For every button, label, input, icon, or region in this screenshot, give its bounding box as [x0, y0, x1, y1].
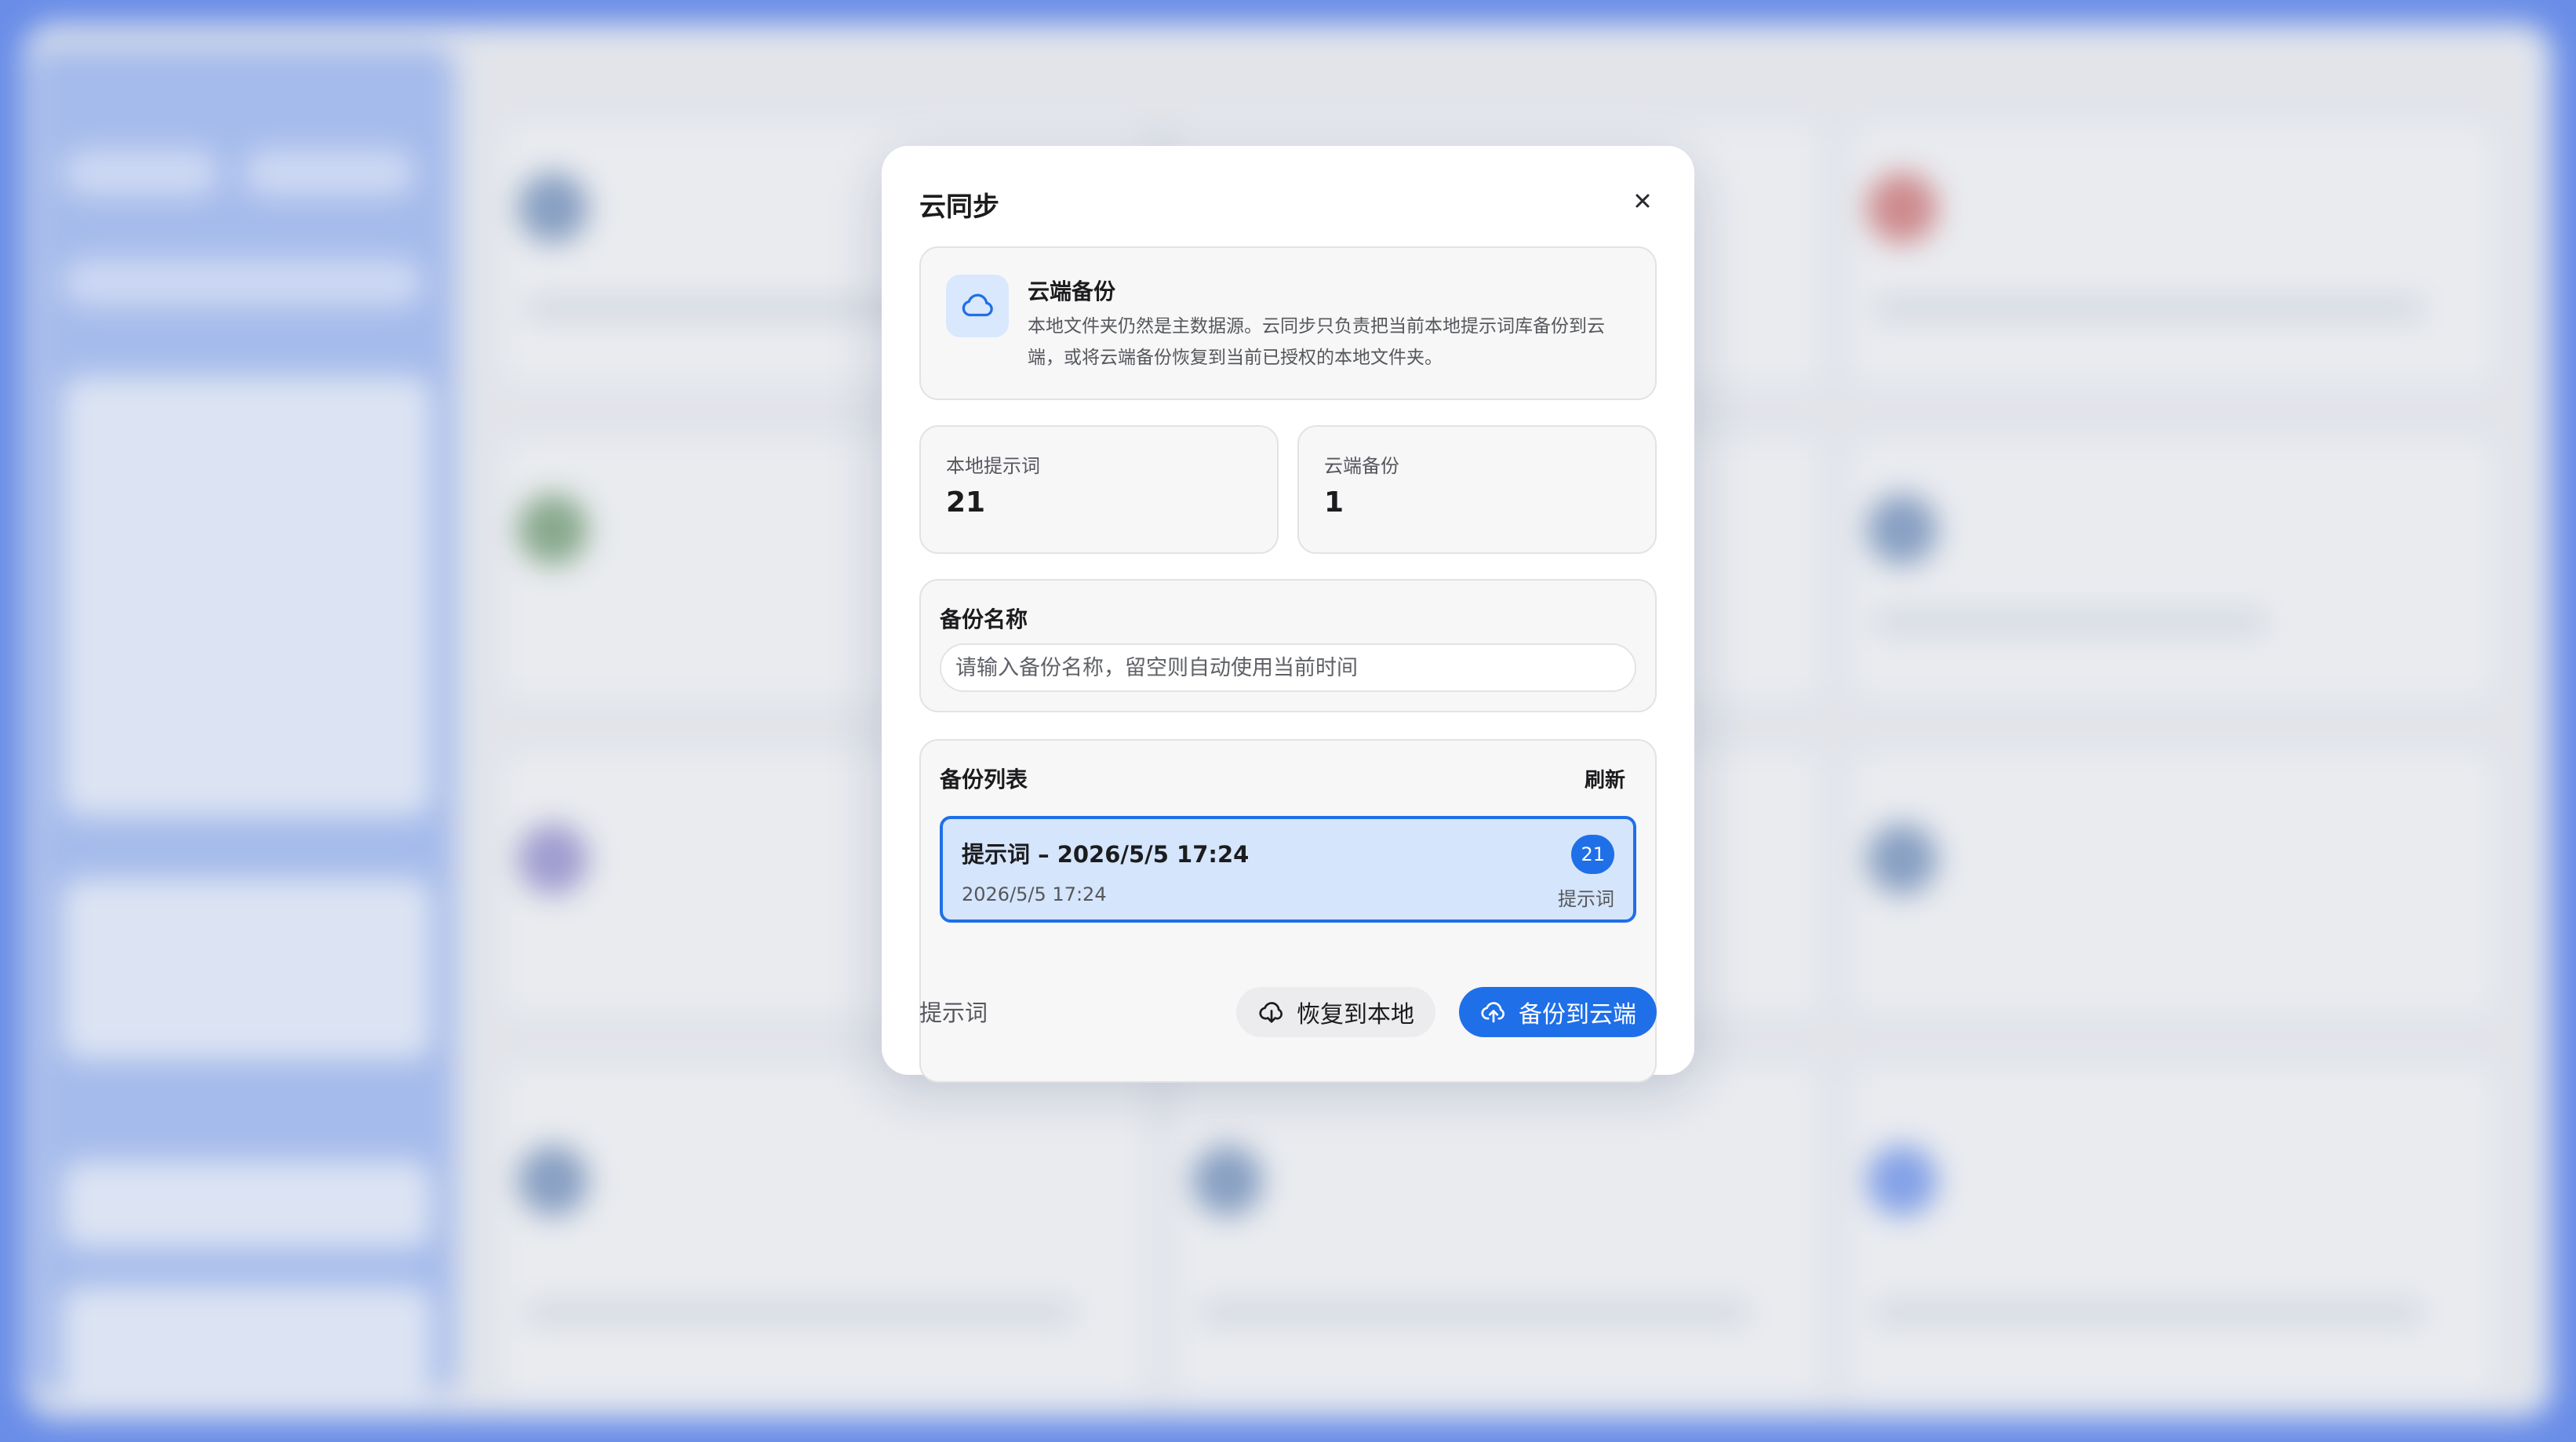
cloud-upload-icon: [1481, 1002, 1504, 1023]
local-prompts-count: 21: [946, 486, 986, 519]
dialog-title: 云同步: [919, 191, 999, 223]
backup-item-type: 提示词: [1558, 888, 1614, 910]
local-prompts-label: 本地提示词: [946, 455, 1040, 477]
backup-to-cloud-button[interactable]: 备份到云端: [1459, 987, 1657, 1037]
backup-name-label: 备份名称: [940, 606, 1028, 632]
cloud-backup-info-panel: 云端备份 本地文件夹仍然是主数据源。云同步只负责把当前本地提示词库备份到云端，或…: [919, 246, 1657, 400]
cloud-backups-label: 云端备份: [1324, 455, 1399, 477]
info-title: 云端备份: [1028, 279, 1116, 304]
backup-to-cloud-label: 备份到云端: [1519, 1001, 1636, 1029]
backup-list-label: 备份列表: [940, 767, 1028, 792]
info-description: 本地文件夹仍然是主数据源。云同步只负责把当前本地提示词库备份到云端，或将云端备份…: [1028, 316, 1605, 368]
restore-to-local-button[interactable]: 恢复到本地: [1236, 987, 1435, 1037]
cloud-download-icon: [1259, 1002, 1283, 1023]
backup-item-title: 提示词 – 2026/5/5 17:24: [962, 841, 1250, 868]
close-button[interactable]: [1625, 184, 1660, 218]
cloud-icon-badge: [946, 275, 1009, 337]
cloud-sync-dialog: 云同步 云端备份 本地文件夹仍然是主数据源。云同步只负责把当前本地提示词库备份到…: [882, 146, 1694, 1083]
backup-name-input[interactable]: [940, 643, 1636, 692]
restore-to-local-label: 恢复到本地: [1297, 1001, 1414, 1029]
cloud-backups-count: 1: [1324, 486, 1344, 519]
backup-list-item[interactable]: 提示词 – 2026/5/5 17:24 21 2026/5/5 17:24 提…: [940, 816, 1636, 923]
backup-item-date: 2026/5/5 17:24: [962, 883, 1107, 905]
footer-label: 提示词: [919, 1000, 988, 1026]
cloud-backups-stat: 云端备份 1: [1297, 425, 1657, 554]
refresh-button[interactable]: 刷新: [1585, 764, 1625, 793]
cloud-icon: [962, 293, 993, 317]
local-prompts-stat: 本地提示词 21: [919, 425, 1279, 554]
backup-name-panel: 备份名称: [919, 579, 1657, 712]
backup-item-count-badge: 21: [1571, 835, 1614, 874]
close-icon: [1635, 194, 1650, 208]
